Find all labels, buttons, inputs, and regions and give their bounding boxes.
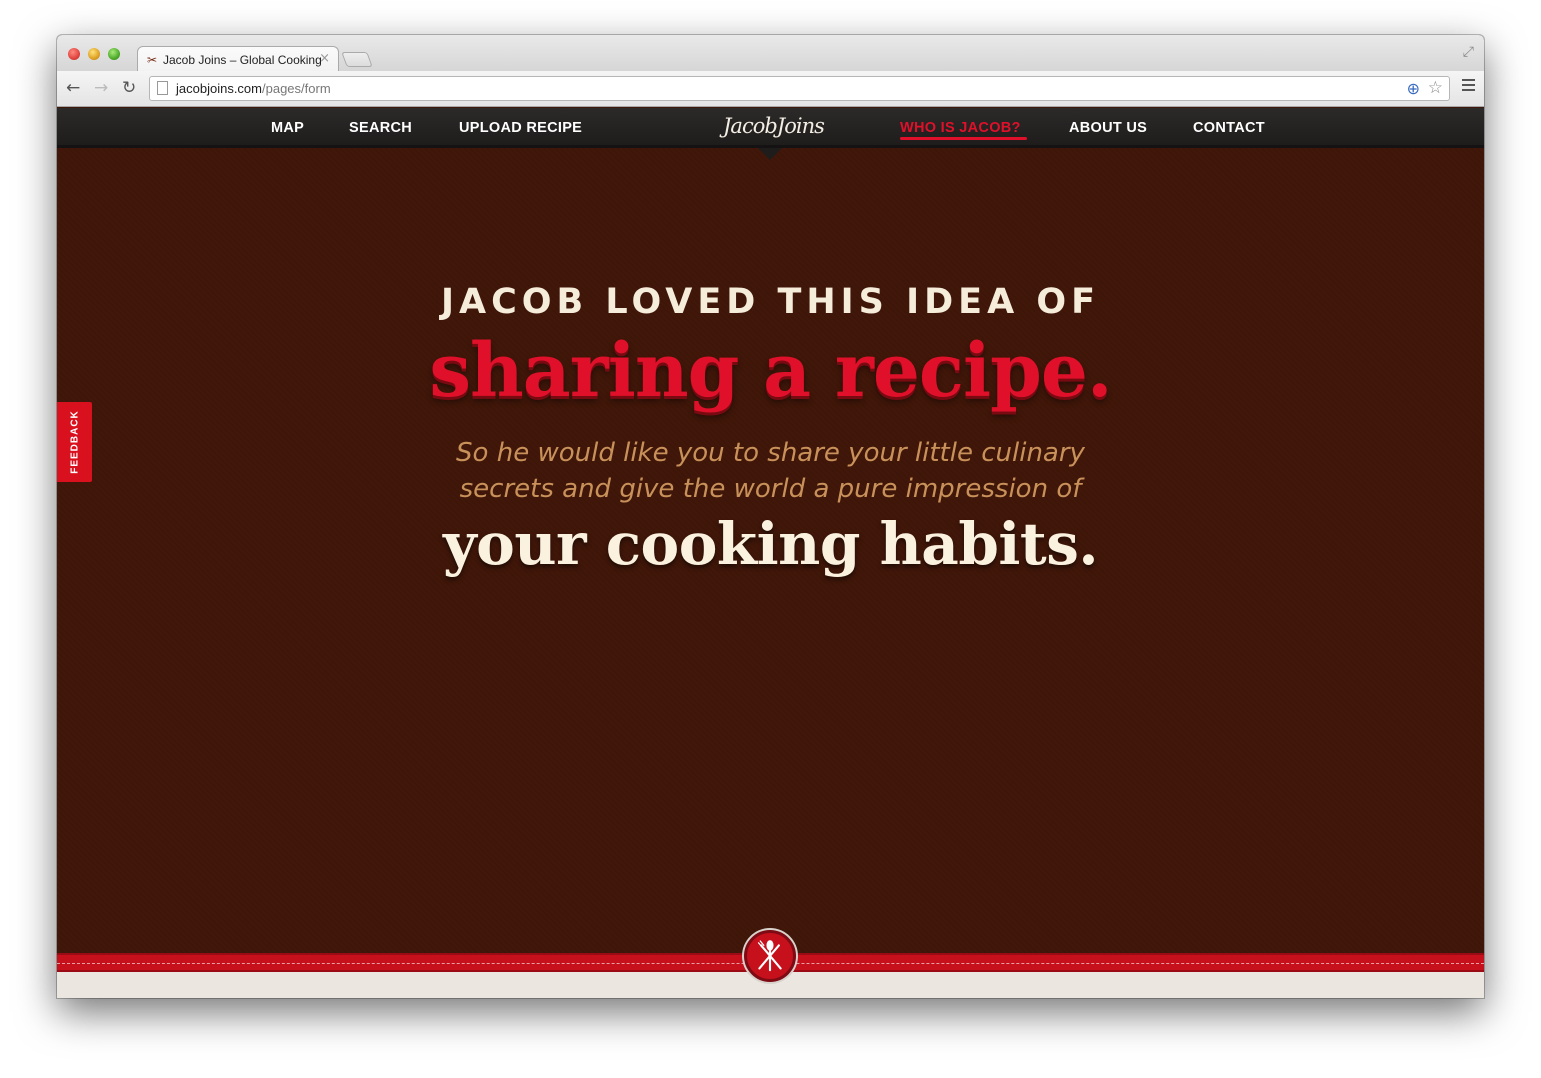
url-text[interactable]: jacobjoins.com/pages/form: [176, 81, 331, 96]
url-path: /pages/form: [262, 81, 331, 96]
forward-button[interactable]: →: [94, 78, 108, 98]
browser-tab[interactable]: ✂ Jacob Joins – Global Cooking ×: [137, 46, 339, 72]
back-button[interactable]: ←: [66, 78, 80, 98]
hero-title: sharing a recipe.: [429, 328, 1112, 414]
close-window-button[interactable]: [68, 48, 80, 60]
fullscreen-icon[interactable]: ⤢: [1463, 44, 1474, 60]
site-page: MAP SEARCH UPLOAD RECIPE JacobJoins WHO …: [57, 108, 1484, 998]
hero-subtitle: So he would like you to share your littl…: [57, 435, 1484, 507]
bookmark-star-icon[interactable]: ☆: [1428, 78, 1443, 98]
browser-toolbar: ← → ↻ jacobjoins.com/pages/form ⊕ ☆: [57, 71, 1484, 107]
url-host: jacobjoins.com: [176, 81, 262, 96]
fork-spoon-knife-icon: [757, 940, 782, 972]
browser-menu-icon[interactable]: [1462, 79, 1475, 91]
tab-strip: ✂ Jacob Joins – Global Cooking × ⤢: [57, 35, 1484, 72]
tab-close-icon[interactable]: ×: [319, 51, 330, 66]
browser-window: ✂ Jacob Joins – Global Cooking × ⤢ ← → ↻…: [57, 35, 1484, 998]
logo-notch: [758, 148, 782, 160]
hero-subtitle-line-2: secrets and give the world a pure impres…: [459, 474, 1082, 504]
reload-button[interactable]: ↻: [122, 78, 136, 98]
extension-icon[interactable]: ⊕: [1407, 79, 1420, 98]
nav-who-is-jacob-link[interactable]: WHO IS JACOB?: [900, 120, 1021, 136]
nav-contact-link[interactable]: CONTACT: [1193, 120, 1265, 136]
zoom-window-button[interactable]: [108, 48, 120, 60]
emblem-badge[interactable]: [744, 930, 796, 982]
site-logo[interactable]: JacobJoins: [723, 114, 825, 138]
hero-subtitle-line-1: So he would like you to share your littl…: [456, 438, 1085, 468]
minimize-window-button[interactable]: [88, 48, 100, 60]
nav-map-link[interactable]: MAP: [271, 120, 304, 136]
nav-search-link[interactable]: SEARCH: [349, 120, 412, 136]
new-tab-button[interactable]: [341, 52, 373, 67]
tab-title: Jacob Joins – Global Cooking: [163, 53, 322, 67]
nav-upload-recipe-link[interactable]: UPLOAD RECIPE: [459, 120, 582, 136]
site-navigation: MAP SEARCH UPLOAD RECIPE JacobJoins WHO …: [57, 108, 1484, 148]
address-bar[interactable]: jacobjoins.com/pages/form ⊕ ☆: [149, 76, 1450, 101]
page-icon: [157, 81, 168, 95]
favicon-icon: ✂: [147, 53, 158, 67]
hero-eyebrow: JACOB LOVED THIS IDEA OF: [440, 282, 1100, 322]
hero-closing-title: your cooking habits.: [442, 510, 1099, 578]
active-nav-underline: [900, 137, 1027, 140]
nav-about-us-link[interactable]: ABOUT US: [1069, 120, 1147, 136]
